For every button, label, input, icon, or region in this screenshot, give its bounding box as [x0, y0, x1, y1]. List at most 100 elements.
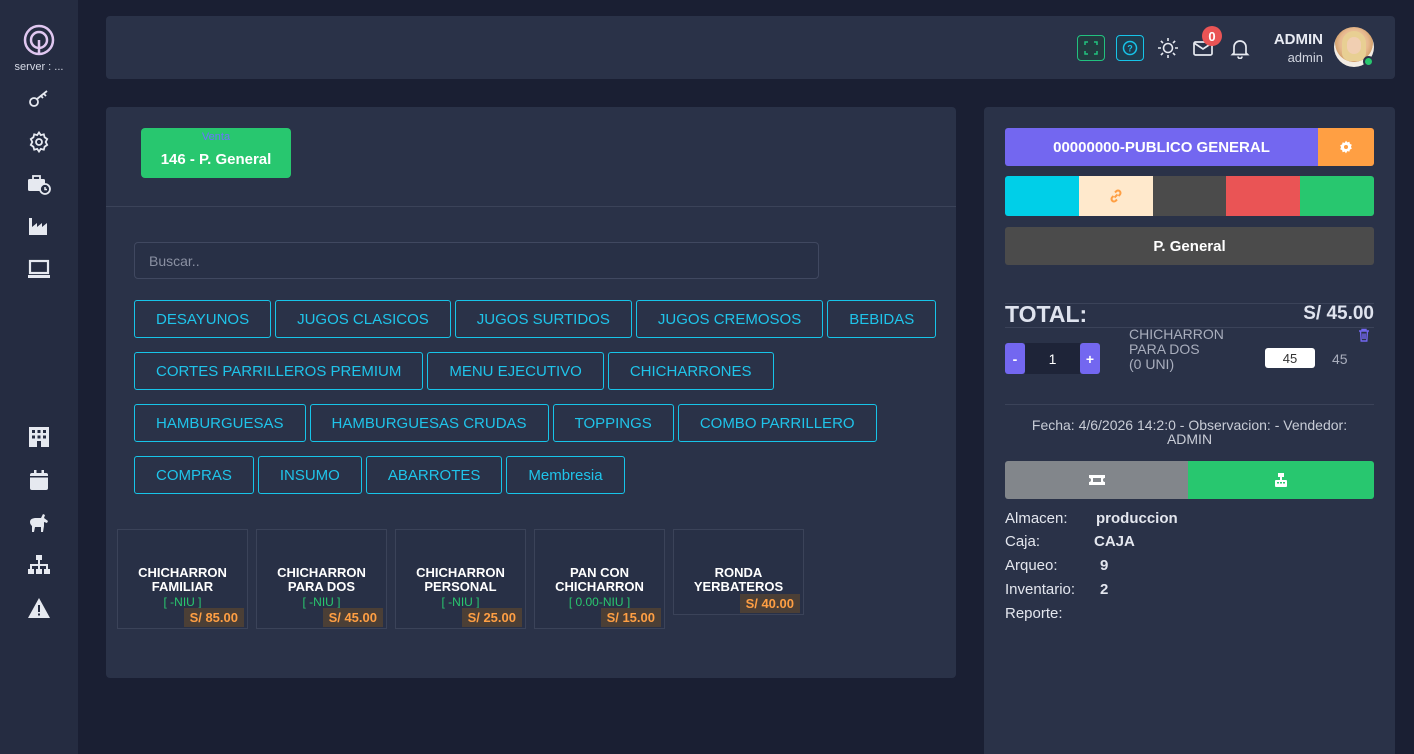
client-type-button[interactable]: P. General: [1005, 227, 1374, 265]
info-reporte: Reporte:: [1005, 605, 1063, 622]
product-card[interactable]: CHICHARRON PERSONAL [ -NIU ] S/ 25.00: [395, 529, 526, 629]
category-membresia[interactable]: Membresia: [506, 456, 625, 494]
payment-color-options: [1005, 176, 1374, 216]
category-hamburguesas-crudas[interactable]: HAMBURGUESAS CRUDAS: [309, 404, 549, 442]
server-label: server : ...: [14, 61, 64, 73]
client-settings-button[interactable]: [1318, 128, 1374, 166]
divider: [1005, 404, 1374, 405]
ticket-button[interactable]: [1005, 461, 1188, 499]
question-icon: ?: [1122, 40, 1138, 56]
info-almacen: Almacen: produccion: [1005, 510, 1178, 527]
trash-icon[interactable]: [1358, 328, 1372, 344]
help-button[interactable]: ?: [1116, 35, 1144, 61]
item-subtotal: 45: [1332, 351, 1348, 367]
product-name-line2: PERSONAL: [424, 579, 497, 594]
info-caja: Caja: CAJA: [1005, 533, 1135, 550]
top-header: ? 0 ADMIN admin: [106, 16, 1395, 79]
client-select-button[interactable]: 00000000-PUBLICO GENERAL: [1005, 128, 1318, 166]
category-jugos-surtidos[interactable]: JUGOS SURTIDOS: [454, 300, 632, 338]
app-logo[interactable]: [23, 24, 55, 56]
product-code: [ -NIU ]: [302, 595, 341, 609]
product-code: [ -NIU ]: [163, 595, 202, 609]
sun-icon[interactable]: [1155, 35, 1181, 61]
info-label: Reporte:: [1005, 605, 1063, 622]
cart-item-name-line1: CHICHARRON: [1129, 326, 1224, 342]
category-toppings[interactable]: TOPPINGS: [552, 404, 674, 442]
product-name-line1: CHICHARRON: [416, 565, 505, 580]
product-card[interactable]: RONDA YERBATEROS S/ 40.00: [673, 529, 804, 615]
color-option-dark[interactable]: [1152, 176, 1227, 216]
category-menu-ejecutivo[interactable]: MENU EJECUTIVO: [427, 352, 604, 390]
qty-decrease-button[interactable]: -: [1005, 343, 1025, 374]
total-value: S/ 45.00: [1303, 303, 1374, 324]
color-option-red[interactable]: [1226, 176, 1301, 216]
product-card[interactable]: CHICHARRON PARA DOS [ -NIU ] S/ 45.00: [256, 529, 387, 629]
category-compras[interactable]: COMPRAS: [134, 456, 254, 494]
key-icon[interactable]: [26, 86, 52, 112]
product-card[interactable]: CHICHARRON FAMILIAR [ -NIU ] S/ 85.00: [117, 529, 248, 629]
gear-icon[interactable]: [26, 129, 52, 155]
category-bebidas[interactable]: BEBIDAS: [827, 300, 937, 338]
horse-icon[interactable]: [26, 510, 52, 536]
fullscreen-icon: [1084, 41, 1098, 55]
info-value: 9: [1100, 557, 1109, 574]
sidebar: server : ...: [0, 0, 78, 754]
info-value: 2: [1100, 581, 1109, 598]
product-name-line2: CHICHARRON: [555, 579, 644, 594]
category-cortes-parrilleros[interactable]: CORTES PARRILLEROS PREMIUM: [134, 352, 424, 390]
product-name-line2: FAMILIAR: [151, 579, 214, 594]
info-label: Caja:: [1005, 533, 1041, 550]
category-insumo[interactable]: INSUMO: [257, 456, 362, 494]
product-code: [ 0.00-NIU ]: [568, 595, 631, 609]
online-status-dot: [1363, 56, 1374, 67]
cart-item-name: CHICHARRON PARA DOS (0 UNI): [1129, 327, 1249, 372]
bell-icon[interactable]: [1227, 35, 1253, 61]
product-card[interactable]: PAN CON CHICHARRON [ 0.00-NIU ] S/ 15.00: [534, 529, 665, 629]
sale-meta: Fecha: 4/6/2026 14:2:0 - Observacion: - …: [1005, 418, 1374, 446]
product-name-line2: YERBATEROS: [693, 579, 784, 594]
product-name-line1: CHICHARRON: [138, 565, 227, 580]
cart-item-units: (0 UNI): [1129, 356, 1175, 372]
product-price: S/ 15.00: [600, 608, 661, 627]
item-price-input[interactable]: [1265, 348, 1315, 368]
user-role: admin: [1287, 50, 1323, 65]
total-label: TOTAL:: [1005, 301, 1088, 327]
sale-meta-seller: ADMIN: [1166, 431, 1213, 447]
briefcase-clock-icon[interactable]: [26, 171, 52, 197]
calendar-icon[interactable]: [26, 467, 52, 493]
ticket-icon: [1088, 475, 1105, 485]
building-icon[interactable]: [26, 424, 52, 450]
sale-button[interactable]: Venta 146 - P. General: [141, 128, 291, 178]
category-combo-parrillero[interactable]: COMBO PARRILLERO: [677, 404, 877, 442]
product-name-line1: PAN CON: [570, 565, 629, 580]
industry-icon[interactable]: [26, 213, 52, 239]
link-option[interactable]: [1078, 176, 1153, 216]
category-hamburguesas[interactable]: HAMBURGUESAS: [134, 404, 306, 442]
color-option-green[interactable]: [1300, 176, 1374, 216]
divider: [106, 206, 956, 207]
category-jugos-clasicos[interactable]: JUGOS CLASICOS: [275, 300, 451, 338]
info-value: produccion: [1096, 510, 1178, 527]
product-code: [ -NIU ]: [441, 595, 480, 609]
product-grid: CHICHARRON FAMILIAR [ -NIU ] S/ 85.00 CHI…: [117, 529, 804, 629]
search-input[interactable]: [134, 242, 819, 279]
warning-icon[interactable]: [26, 595, 52, 621]
laptop-icon[interactable]: [26, 256, 52, 282]
link-icon: [1110, 189, 1122, 203]
category-jugos-cremosos[interactable]: JUGOS CREMOSOS: [635, 300, 824, 338]
color-option-cyan[interactable]: [1005, 176, 1079, 216]
product-price: S/ 40.00: [739, 594, 800, 613]
category-chicharrones[interactable]: CHICHARRONES: [607, 352, 774, 390]
category-abarrotes[interactable]: ABARROTES: [365, 456, 503, 494]
sitemap-icon[interactable]: [26, 552, 52, 578]
cash-register-button[interactable]: [1188, 461, 1374, 499]
info-value: CAJA: [1094, 533, 1135, 550]
product-name-line1: RONDA: [714, 565, 763, 580]
sale-number: 146 - P. General: [160, 151, 272, 168]
qty-input[interactable]: [1025, 343, 1080, 374]
qty-increase-button[interactable]: +: [1080, 343, 1100, 374]
category-desayunos[interactable]: DESAYUNOS: [134, 300, 272, 338]
fullscreen-button[interactable]: [1077, 35, 1105, 61]
info-label: Almacen:: [1005, 510, 1068, 527]
product-price: S/ 25.00: [461, 608, 522, 627]
